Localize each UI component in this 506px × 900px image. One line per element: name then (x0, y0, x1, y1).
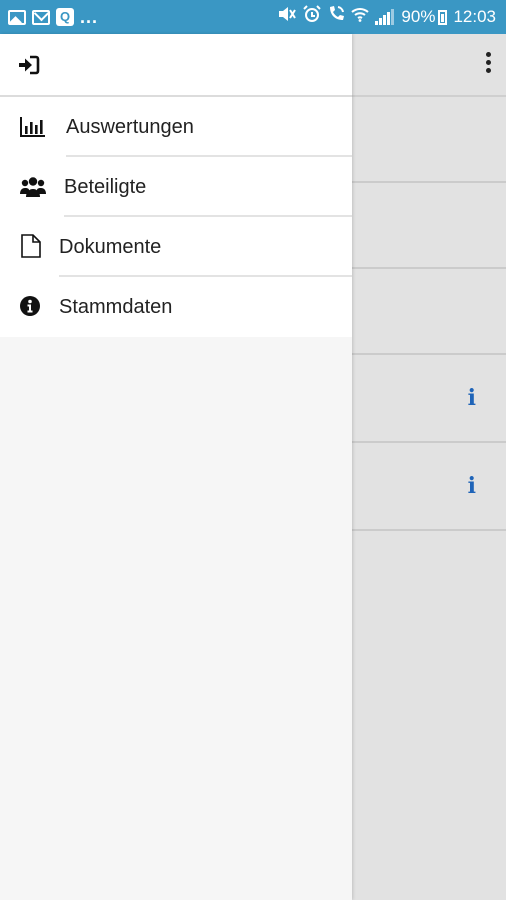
info-icon[interactable]: i (468, 387, 476, 409)
battery-icon (438, 9, 448, 25)
bar-chart-icon (20, 116, 45, 138)
info-circle-icon (20, 296, 44, 318)
menu-item-auswertungen[interactable]: Auswertungen (0, 97, 352, 157)
info-icon[interactable]: i (468, 475, 476, 497)
list-item[interactable] (352, 183, 506, 269)
clock: 12:03 (453, 7, 496, 26)
menu-item-label: Auswertungen (66, 116, 194, 138)
status-bar: Q ... 90% 12:03 (0, 0, 506, 34)
drawer-header (0, 34, 352, 97)
alarm-icon (303, 5, 322, 29)
mute-icon (277, 5, 297, 29)
menu-item-label: Dokumente (59, 236, 162, 258)
wifi-icon (351, 6, 370, 28)
status-ellipsis: ... (80, 7, 99, 27)
wifi-call-icon (327, 5, 345, 29)
list-item[interactable] (352, 269, 506, 355)
menu-item-stammdaten[interactable]: Stammdaten (0, 277, 352, 337)
q-app-icon: Q (56, 8, 74, 26)
background-toolbar (352, 34, 506, 97)
menu-item-label: Stammdaten (59, 296, 173, 318)
menu-item-beteiligte[interactable]: Beteiligte (0, 157, 352, 217)
logout-icon[interactable] (18, 55, 40, 75)
menu-item-dokumente[interactable]: Dokumente (0, 217, 352, 277)
users-icon (20, 176, 46, 198)
signal-icon (375, 9, 395, 25)
navigation-drawer: Auswertungen Beteiligte Dokumente Stammd… (0, 34, 352, 900)
more-vertical-icon[interactable] (486, 52, 492, 74)
drawer-menu: Auswertungen Beteiligte Dokumente Stammd… (0, 97, 352, 337)
gallery-icon (8, 9, 26, 25)
list-item[interactable] (352, 97, 506, 183)
menu-item-label: Beteiligte (64, 176, 147, 198)
list-item[interactable]: i (352, 443, 506, 531)
mail-icon (32, 9, 50, 25)
background-app: i i (352, 34, 506, 900)
battery-percent: 90% (401, 7, 436, 26)
list-item[interactable]: i (352, 355, 506, 443)
document-icon (20, 234, 44, 258)
